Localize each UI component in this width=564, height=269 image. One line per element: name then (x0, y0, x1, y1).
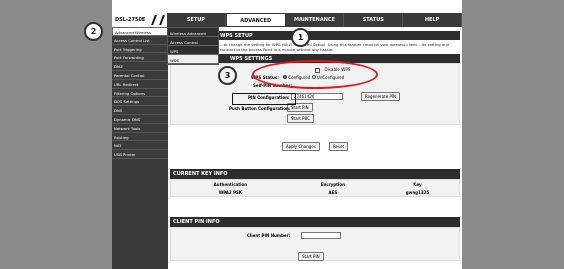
brand-text: DSL-2750E (115, 17, 146, 23)
sidebar-item-dmz[interactable]: DMZ (112, 62, 168, 71)
submenu-item-wds[interactable]: WDS (168, 55, 218, 64)
annotation-3-circle: 3 (218, 66, 237, 85)
tab-help[interactable]: HELP (403, 13, 462, 27)
disable-wps-highlight-oval (252, 60, 378, 89)
sidebar-item-parental-control[interactable]: Parental Control (112, 71, 168, 80)
sidebar-item-advanced-wireless[interactable]: Advanced Wireless (112, 27, 168, 36)
apply-row: Apply Changes Reset (170, 133, 460, 151)
table-header-row: Authentication Encryption Key (171, 180, 459, 188)
table-row: WPA2 PSK AES gwng1325 (171, 188, 459, 196)
client-start-pin-button[interactable]: Start PIN (298, 252, 324, 261)
submenu-item-access-control[interactable]: Access Control (168, 37, 218, 46)
sidebar-item-routing[interactable]: Routing (112, 133, 168, 142)
sidebar-item-usb-printer[interactable]: USB Printer (112, 150, 168, 159)
regenerate-pin-wrapper: Regenerate PIN (361, 83, 401, 102)
cell-encryption: AES (328, 189, 338, 195)
sidebar-item-port-triggering[interactable]: Port Triggering (112, 45, 168, 54)
sidebar-item-dns[interactable]: DNS (112, 106, 168, 115)
regenerate-pin-button[interactable]: Regenerate PIN (361, 92, 401, 101)
tab-status[interactable]: STATUS (344, 13, 404, 27)
screen: DSL-2750E SETUP ADVANCED MAINTENANCE STA… (0, 0, 564, 269)
col-authentication: Authentication (213, 181, 248, 187)
tab-advanced[interactable]: ADVANCED (225, 13, 286, 27)
sidebar-item-dos-settings[interactable]: DOS Settings (112, 97, 168, 107)
key-info-header: CURRENT KEY INFO (170, 169, 460, 179)
tab-maintenance[interactable]: MAINTENANCE (286, 13, 345, 27)
start-pbc-wrapper: Start PBC (287, 105, 314, 124)
client-pin-header: CLIENT PIN INFO (170, 217, 460, 227)
cell-key: gwng1325 (405, 189, 430, 195)
cell-authentication: WPA2 PSK (218, 189, 242, 195)
router-admin-app: DSL-2750E SETUP ADVANCED MAINTENANCE STA… (112, 0, 462, 269)
annotation-1-circle: 1 (291, 28, 310, 47)
brand-slashes (151, 15, 165, 25)
col-encryption: Encryption (320, 181, 346, 187)
top-strip (112, 0, 462, 13)
sidebar-item-nat[interactable]: NAT (112, 141, 168, 151)
right-background (462, 0, 564, 269)
advanced-wireless-submenu: Wireless Advanced Access Control WPS WDS (167, 27, 219, 65)
self-pin-highlight-rect (232, 93, 296, 105)
key-info-panel: Authentication Encryption Key WPA2 PSK A… (170, 179, 460, 197)
col-key: Key (413, 181, 422, 187)
client-pin-label: Client PIN Number: (247, 233, 291, 238)
sidebar-item-port-forwarding[interactable]: Port Forwarding (112, 53, 168, 63)
apply-changes-button[interactable]: Apply Changes (281, 142, 320, 151)
sidebar-item-network-tools[interactable]: Network Tools (112, 124, 168, 133)
start-pbc-button[interactable]: Start PBC (287, 114, 314, 123)
sidebar-item-filtering-options[interactable]: Filtering Options (112, 89, 168, 98)
sidebar-item-dynamic-dns[interactable]: Dynamic DNS (112, 115, 168, 124)
sidebar-item-url-redirect[interactable]: URL Redirect (112, 80, 168, 89)
key-info-table: Authentication Encryption Key WPA2 PSK A… (171, 180, 459, 196)
client-pin-input[interactable] (301, 232, 341, 239)
pbc-label: Push Button Configuration: (229, 106, 291, 111)
brand-logo: DSL-2750E (112, 13, 167, 27)
submenu-item-wps[interactable]: WPS (168, 46, 218, 55)
top-nav: DSL-2750E SETUP ADVANCED MAINTENANCE STA… (112, 13, 462, 27)
submenu-item-wireless-advanced[interactable]: Wireless Advanced (168, 28, 218, 37)
sidebar: Advanced Wireless Access Control List Po… (112, 27, 168, 269)
reset-button[interactable]: Reset (328, 142, 349, 151)
tab-setup[interactable]: SETUP (167, 13, 226, 27)
client-pin-panel: Client PIN Number: Start PIN (170, 227, 460, 261)
annotation-2-circle: 2 (84, 22, 103, 41)
sidebar-item-acl[interactable]: Access Control List (112, 36, 168, 45)
